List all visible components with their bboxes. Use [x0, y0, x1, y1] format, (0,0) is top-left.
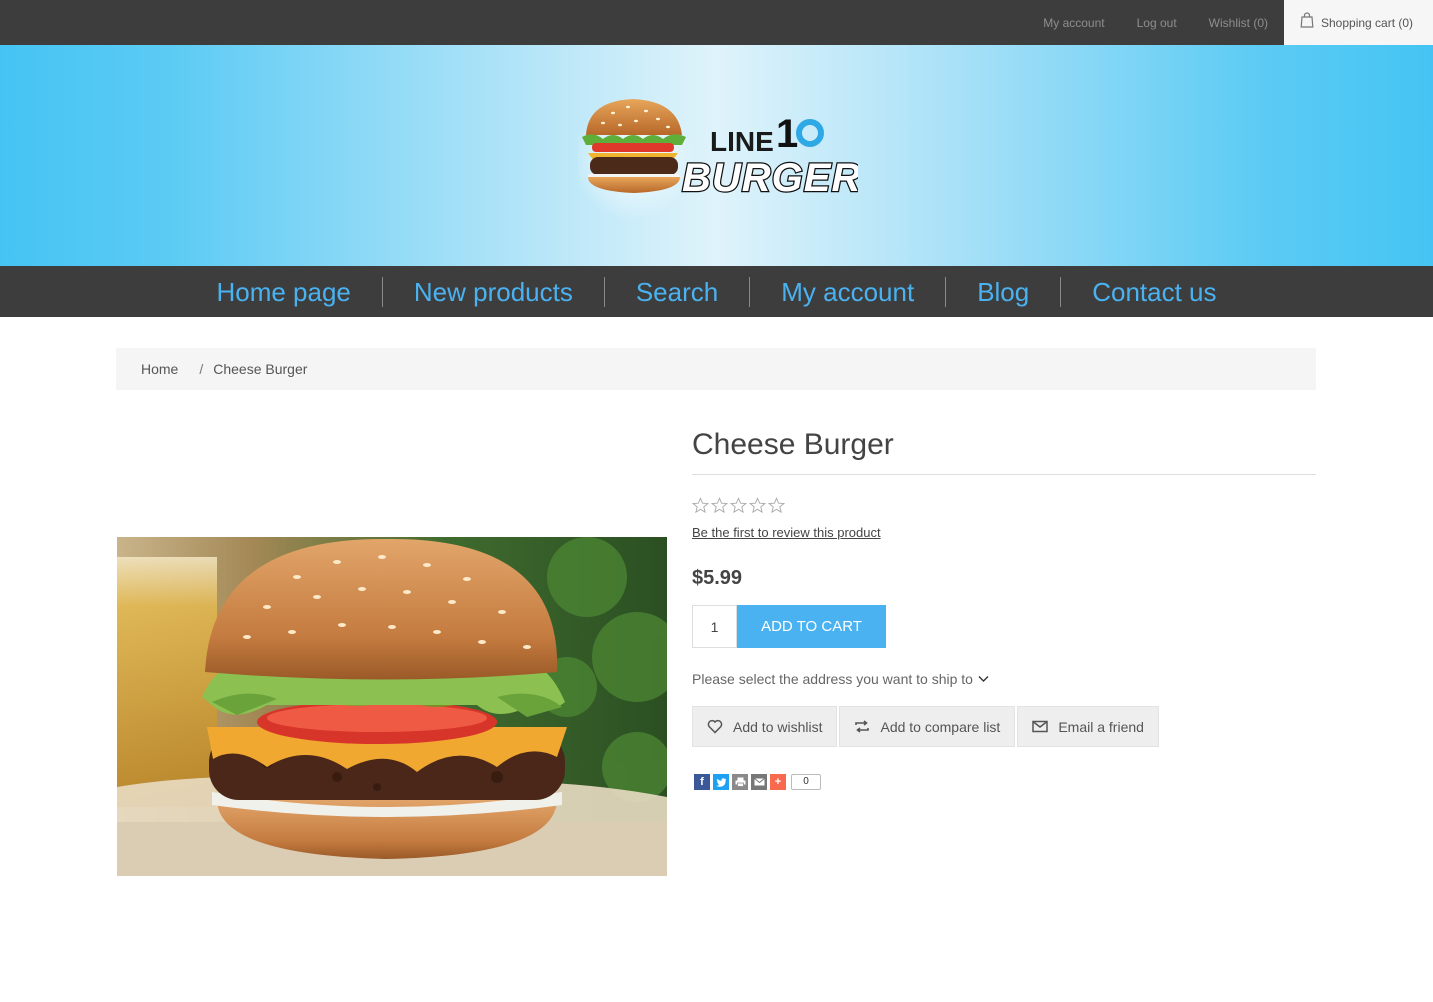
product-image[interactable]: [117, 537, 667, 876]
plus-share-icon[interactable]: +: [770, 774, 786, 790]
wishlist-link[interactable]: Wishlist (0): [1209, 16, 1268, 30]
add-to-wishlist-button[interactable]: Add to wishlist: [692, 706, 838, 747]
share-count: 0: [791, 774, 821, 790]
my-account-link[interactable]: My account: [1043, 16, 1104, 30]
add-to-compare-label: Add to compare list: [880, 718, 1001, 735]
star-icon: [768, 497, 785, 514]
shopping-cart-link[interactable]: Shopping cart (0): [1284, 0, 1433, 45]
compare-arrows-icon: [855, 720, 870, 733]
email-friend-label: Email a friend: [1058, 718, 1144, 735]
breadcrumb-separator: /: [199, 361, 204, 377]
svg-text:1: 1: [776, 112, 798, 156]
print-icon[interactable]: [732, 774, 748, 790]
svg-text:LINE: LINE: [710, 126, 774, 157]
chevron-down-icon: [978, 676, 989, 682]
facebook-icon[interactable]: f: [694, 774, 710, 790]
nav-blog[interactable]: Blog: [945, 276, 1060, 307]
nav-contact-us[interactable]: Contact us: [1060, 276, 1247, 307]
product-rating: [692, 497, 785, 514]
svg-text:BURGERS: BURGERS: [682, 156, 858, 200]
heart-icon: [707, 719, 723, 734]
nav-my-account[interactable]: My account: [749, 276, 945, 307]
shopping-bag-icon: [1300, 12, 1314, 33]
main-navigation: Home page New products Search My account…: [0, 266, 1433, 317]
title-divider: [692, 474, 1316, 475]
twitter-icon[interactable]: [713, 774, 729, 790]
email-share-icon[interactable]: [751, 774, 767, 790]
site-header: LINE 1 BURGERS: [0, 45, 1433, 266]
top-bar: My account Log out Wishlist (0) Shopping…: [0, 0, 1433, 45]
breadcrumb-home[interactable]: Home: [141, 361, 178, 377]
nav-new-products[interactable]: New products: [381, 276, 604, 307]
quantity-input[interactable]: [692, 605, 737, 648]
nav-search[interactable]: Search: [603, 276, 749, 307]
envelope-icon: [1032, 720, 1049, 733]
star-icon: [730, 497, 747, 514]
shopping-cart-label: Shopping cart (0): [1321, 15, 1414, 30]
breadcrumb-current: Cheese Burger: [213, 361, 308, 377]
add-to-compare-button[interactable]: Add to compare list: [839, 706, 1016, 747]
ship-address-label: Please select the address you want to sh…: [692, 671, 973, 687]
add-to-wishlist-label: Add to wishlist: [733, 718, 823, 735]
nav-home-page[interactable]: Home page: [185, 277, 381, 307]
breadcrumb: Home / Cheese Burger: [116, 348, 1316, 390]
email-friend-button[interactable]: Email a friend: [1017, 706, 1159, 747]
first-review-link[interactable]: Be the first to review this product: [692, 525, 881, 540]
logout-link[interactable]: Log out: [1137, 16, 1177, 30]
ship-address-dropdown[interactable]: Please select the address you want to sh…: [692, 671, 989, 687]
add-to-cart-button[interactable]: ADD TO CART: [737, 605, 886, 648]
star-icon: [749, 497, 766, 514]
product-actions: Add to wishlist Add to compare list Emai…: [692, 706, 1159, 747]
star-icon: [692, 497, 709, 514]
header-links: My account Log out Wishlist (0): [1011, 0, 1268, 45]
product-title: Cheese Burger: [692, 428, 894, 461]
store-logo[interactable]: LINE 1 BURGERS: [571, 87, 889, 227]
star-icon: [711, 497, 728, 514]
share-buttons: f + 0: [694, 774, 821, 790]
product-price: $5.99: [692, 567, 743, 589]
